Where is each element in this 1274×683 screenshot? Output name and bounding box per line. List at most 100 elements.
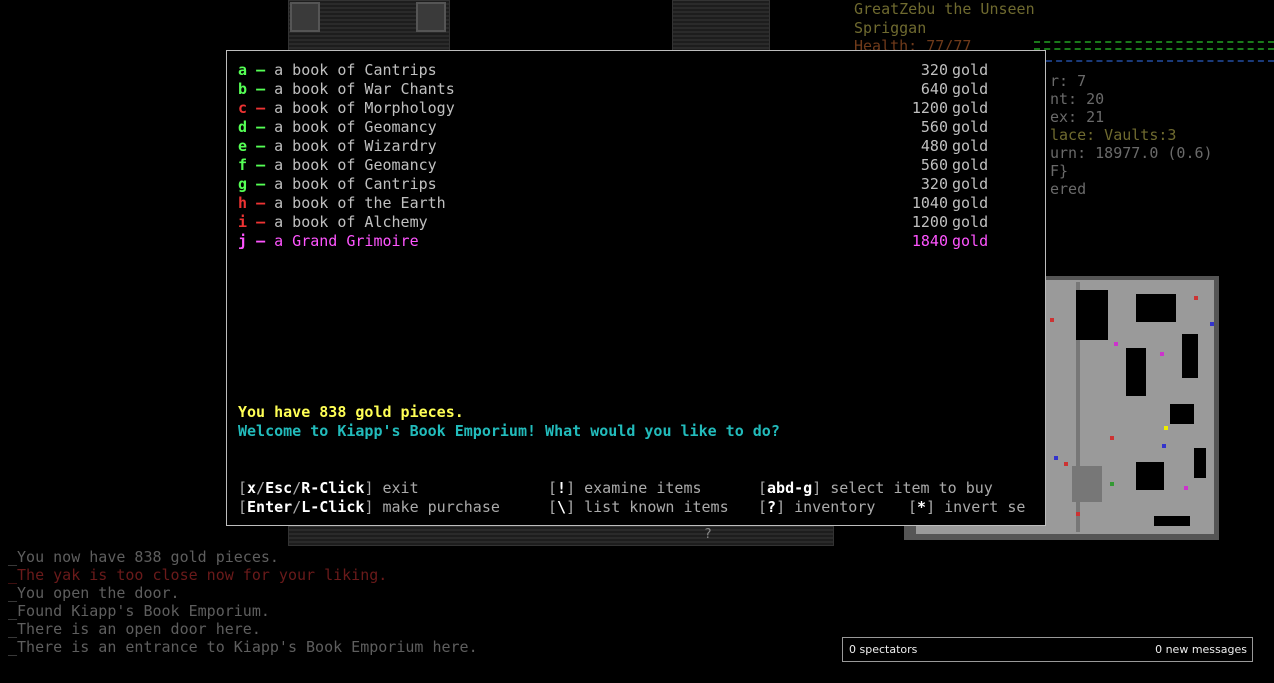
shop-item-separator: – (256, 61, 266, 79)
shop-item-separator: – (256, 156, 266, 174)
help-examine-label: examine items (584, 479, 702, 497)
shop-item-price-unit: gold (952, 213, 989, 231)
help-invert[interactable]: [*] invert se (908, 498, 1025, 517)
help-invert-key: * (917, 498, 927, 516)
shop-item-hotkey: h (238, 194, 248, 212)
shop-item-price-unit: gold (952, 61, 989, 79)
shop-item-row[interactable]: b – a book of War Chants 640 gold (238, 80, 1028, 99)
shop-item-hotkey: g (238, 175, 248, 193)
shop-item-price: 560 (920, 118, 948, 136)
shop-item-hotkey: c (238, 99, 248, 117)
shop-item-price-unit: gold (952, 118, 989, 136)
help-list-known[interactable]: [\] list known items (548, 498, 729, 517)
help-exit-key-rclick: R-Click (301, 479, 365, 497)
shop-item-row[interactable]: e – a book of Wizardry 480 gold (238, 137, 1028, 156)
minimap-room (1126, 348, 1146, 396)
minimap-monster (1114, 342, 1118, 346)
status-bar: 0 spectators 0 new messages (842, 637, 1253, 662)
shop-item-name: a book of Alchemy (274, 213, 428, 231)
minimap-monster (1184, 486, 1188, 490)
shop-item-row[interactable]: j – a Grand Grimoire 1840 gold (238, 232, 1028, 251)
stat-strength: r: 7 (1050, 72, 1087, 90)
message-line: _You open the door. (8, 584, 180, 602)
shop-item-row[interactable]: g – a book of Cantrips 320 gold (238, 175, 1028, 194)
shop-item-separator: – (256, 175, 266, 193)
help-inventory[interactable]: [?] inventory (758, 498, 875, 517)
shop-item-hotkey: e (238, 137, 248, 155)
help-select-key: abd-g (767, 479, 813, 497)
shop-item-row[interactable]: c – a book of Morphology 1200 gold (238, 99, 1028, 118)
map-item-glyph: ? (704, 527, 712, 542)
stat-dexterity: ex: 21 (1050, 108, 1105, 126)
shop-item-separator: – (256, 80, 266, 98)
minimap-monster (1050, 318, 1054, 322)
shop-item-separator: – (256, 232, 266, 250)
player-name: GreatZebu the Unseen (854, 0, 1035, 18)
help-exit-key-esc: Esc (265, 479, 293, 497)
health-bar (1034, 41, 1274, 50)
shop-menu[interactable]: a – a book of Cantrips 320 gold b – a book … (226, 50, 1046, 526)
help-list-label: list known items (584, 498, 729, 516)
player-species: Spriggan (854, 19, 927, 37)
shop-item-name: a book of Cantrips (274, 61, 437, 79)
shop-item-name: a Grand Grimoire (274, 232, 419, 250)
shop-item-row[interactable]: h – a book of the Earth 1040 gold (238, 194, 1028, 213)
shop-item-separator: – (256, 99, 266, 117)
dungeon-stone-tile (416, 2, 446, 32)
shop-item-row[interactable]: a – a book of Cantrips 320 gold (238, 61, 1028, 80)
dungeon-stone-tile (290, 2, 320, 32)
message-line: _You now have 838 gold pieces. (8, 548, 279, 566)
help-examine-key: ! (557, 479, 567, 497)
minimap-monster (1110, 436, 1114, 440)
help-list-key: \ (557, 498, 567, 516)
minimap-room (1136, 462, 1164, 490)
help-inventory-key: ? (767, 498, 777, 516)
shop-item-name: a book of Geomancy (274, 118, 437, 136)
help-exit[interactable]: [x/Esc/R-Click] exit (238, 479, 419, 498)
shop-item-separator: – (256, 137, 266, 155)
shop-item-price-unit: gold (952, 80, 989, 98)
shop-item-price: 1200 (911, 213, 948, 231)
shop-item-name: a book of Morphology (274, 99, 455, 117)
help-select[interactable]: [abd-g] select item to buy (758, 479, 993, 498)
stat-place: lace: Vaults:3 (1050, 126, 1177, 144)
shop-item-price: 480 (920, 137, 948, 155)
shop-item-price: 320 (920, 61, 948, 79)
shop-welcome-line: Welcome to Kiapp's Book Emporium! What w… (238, 422, 780, 440)
help-exit-key-x: x (247, 479, 257, 497)
shop-item-separator: – (256, 213, 266, 231)
spectators-count[interactable]: 0 spectators (849, 643, 917, 656)
minimap-room (1136, 294, 1176, 322)
message-line: _There is an entrance to Kiapp's Book Em… (8, 638, 478, 656)
shop-item-price-unit: gold (952, 156, 989, 174)
minimap-monster (1162, 444, 1166, 448)
shop-item-row[interactable]: i – a book of Alchemy 1200 gold (238, 213, 1028, 232)
shop-item-row[interactable]: d – a book of Geomancy 560 gold (238, 118, 1028, 137)
shop-item-row[interactable]: f – a book of Geomancy 560 gold (238, 156, 1028, 175)
shop-item-hotkey: i (238, 213, 248, 231)
shop-item-price-unit: gold (952, 99, 989, 117)
new-messages-count[interactable]: 0 new messages (1155, 643, 1247, 656)
help-inventory-label: inventory (794, 498, 876, 516)
help-purchase-key-enter: Enter (247, 498, 293, 516)
stat-misc-2: ered (1050, 180, 1087, 198)
shop-item-hotkey: b (238, 80, 248, 98)
minimap-monster (1054, 456, 1058, 460)
minimap-monster (1110, 482, 1114, 486)
gold-pieces-line: You have 838 gold pieces. (238, 403, 464, 421)
shop-item-name: a book of the Earth (274, 194, 446, 212)
stat-intelligence: nt: 20 (1050, 90, 1105, 108)
stat-misc-1: F} (1050, 162, 1069, 180)
help-exit-label: exit (382, 479, 419, 497)
help-purchase[interactable]: [Enter/L-Click] make purchase (238, 498, 500, 517)
stat-turn: urn: 18977.0 (0.6) (1050, 144, 1213, 162)
shop-item-price: 560 (920, 156, 948, 174)
minimap-monster (1194, 296, 1198, 300)
help-examine[interactable]: [!] examine items (548, 479, 702, 498)
shop-item-price-unit: gold (952, 194, 989, 212)
shop-item-price: 320 (920, 175, 948, 193)
shop-item-name: a book of Cantrips (274, 175, 437, 193)
minimap-room (1182, 334, 1198, 378)
message-line: _There is an open door here. (8, 620, 261, 638)
minimap-room (1076, 290, 1108, 340)
